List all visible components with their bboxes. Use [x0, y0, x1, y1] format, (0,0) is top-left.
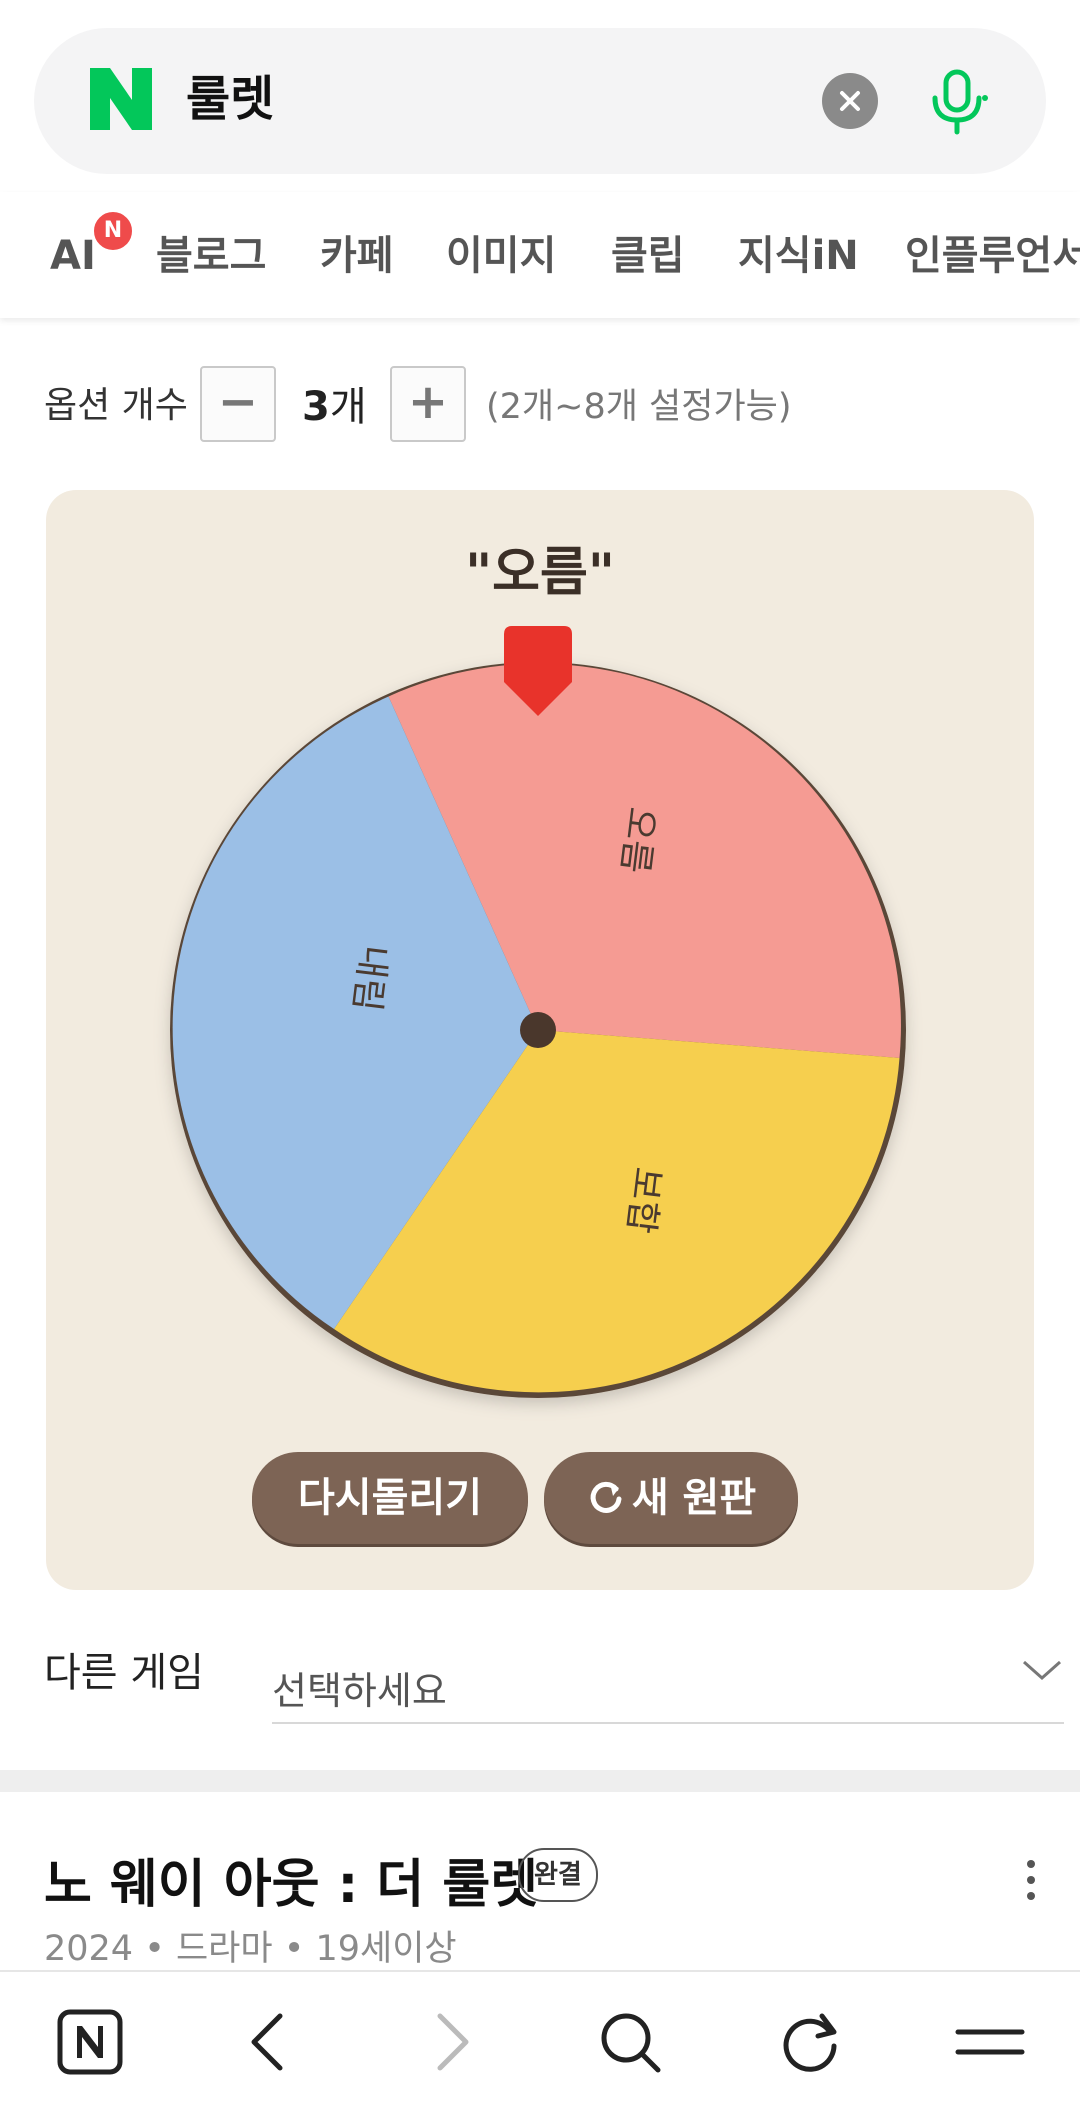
- respin-button[interactable]: 다시돌리기: [252, 1452, 528, 1544]
- chevron-down-icon: [1023, 1660, 1061, 1681]
- search-tabs: AI N 블로그 카페 이미지 클립 지식iN 인플루언서: [0, 192, 1080, 318]
- home-icon[interactable]: [50, 2002, 130, 2082]
- tab-clip[interactable]: 클립: [611, 226, 685, 286]
- refresh-icon: [590, 1481, 622, 1513]
- option-range-hint: (2개~8개 설정가능): [486, 387, 792, 427]
- increase-button[interactable]: +: [390, 366, 466, 442]
- mic-icon[interactable]: [922, 66, 992, 136]
- menu-icon[interactable]: [950, 2002, 1030, 2082]
- section-divider: [0, 1770, 1080, 1792]
- other-game-select[interactable]: 선택하세요: [272, 1640, 1064, 1724]
- option-count-label: 옵션 개수: [44, 385, 188, 426]
- tab-cafe[interactable]: 카페: [320, 226, 394, 286]
- roulette-card: "오름" 오름 보합 내림 다시돌리기 새 원판: [46, 490, 1034, 1590]
- search-input[interactable]: 룰렛: [186, 64, 274, 134]
- naver-logo[interactable]: [90, 68, 152, 130]
- browser-bottom-nav: [0, 1970, 1080, 2111]
- result-title-link[interactable]: 노 웨이 아웃 : 더 룰렛: [44, 1842, 538, 1917]
- new-wheel-label: 새 원판: [631, 1475, 757, 1521]
- clear-search-button[interactable]: [822, 73, 878, 129]
- select-placeholder: 선택하세요: [272, 1669, 447, 1713]
- tab-blog[interactable]: 블로그: [156, 226, 266, 286]
- tab-image[interactable]: 이미지: [446, 226, 556, 286]
- other-game-label: 다른 게임: [44, 1650, 204, 1696]
- roulette-wheel[interactable]: 오름 보합 내림: [46, 490, 1034, 1590]
- tab-influencer[interactable]: 인플루언서: [905, 226, 1080, 286]
- back-icon[interactable]: [230, 2002, 310, 2082]
- decrease-button[interactable]: −: [200, 366, 276, 442]
- tab-ai[interactable]: AI: [50, 226, 96, 286]
- segment-label-oreum: 오름: [613, 805, 662, 876]
- result-meta: 2024 • 드라마 • 19세이상: [44, 1929, 457, 1969]
- option-count-row: 옵션 개수 − 3개 + (2개~8개 설정가능): [44, 366, 1044, 442]
- tab-kin[interactable]: 지식iN: [738, 226, 859, 286]
- reload-icon[interactable]: [770, 2002, 850, 2082]
- forward-icon[interactable]: [410, 2002, 490, 2082]
- new-badge: N: [92, 210, 134, 252]
- search-bar[interactable]: 룰렛: [34, 28, 1046, 174]
- segment-label-bohap: 보합: [619, 1165, 668, 1236]
- status-badge: 완결: [518, 1848, 598, 1902]
- close-icon: [840, 91, 860, 111]
- new-wheel-button[interactable]: 새 원판: [544, 1452, 798, 1544]
- option-count-value: 3개: [302, 384, 367, 430]
- more-options-icon[interactable]: [1016, 1856, 1046, 1906]
- wheel-center: [520, 1012, 556, 1048]
- search-icon[interactable]: [590, 2002, 670, 2082]
- segment-label-naerim: 내림: [345, 943, 394, 1014]
